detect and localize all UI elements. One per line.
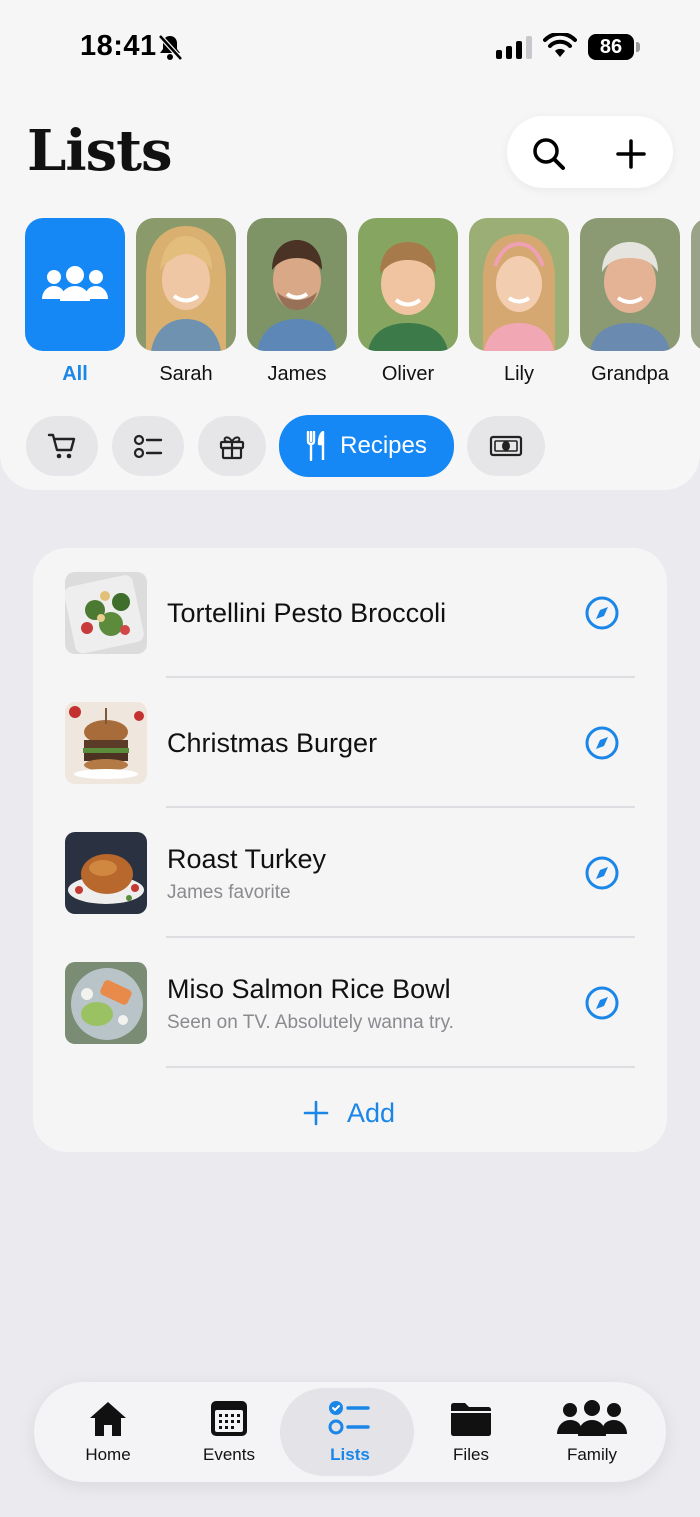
person-filter-more[interactable] (691, 218, 700, 351)
plus-icon (303, 1100, 329, 1126)
tab-files[interactable]: Files (409, 1382, 529, 1482)
chip-shopping[interactable] (26, 416, 98, 476)
checklist-icon (133, 434, 163, 459)
tab-home[interactable]: Home (46, 1382, 166, 1482)
tab-label: Files (453, 1445, 489, 1464)
recipe-thumbnail (65, 962, 147, 1044)
tab-family[interactable]: Family (530, 1382, 650, 1482)
list-item[interactable]: Christmas Burger (33, 678, 667, 808)
recipe-note: Seen on TV. Absolutely wanna try. (167, 1012, 454, 1033)
avatar (358, 218, 458, 351)
compass-icon[interactable] (584, 855, 620, 891)
tab-bar: Home Events Lists Files Family (34, 1382, 666, 1482)
compass-icon[interactable] (584, 595, 620, 631)
list-item[interactable]: Miso Salmon Rice Bowl Seen on TV. Absolu… (33, 938, 667, 1068)
compass-icon[interactable] (584, 725, 620, 761)
list-item[interactable]: Tortellini Pesto Broccoli (33, 548, 667, 678)
person-name: James (267, 363, 327, 385)
battery-icon: 86 (588, 34, 634, 60)
tab-label: Home (85, 1445, 131, 1464)
recipe-thumbnail (65, 832, 147, 914)
money-icon (489, 435, 523, 457)
person-name: Grandpa (591, 363, 669, 385)
chip-tasks[interactable] (112, 416, 184, 476)
recipe-list-card: Tortellini Pesto Broccoli Christmas Burg… (33, 548, 667, 1152)
tab-events[interactable]: Events (167, 1382, 287, 1482)
recipe-title: Roast Turkey (167, 844, 327, 874)
person-filter-lily[interactable]: Lily (469, 218, 569, 386)
tab-label: Events (203, 1445, 255, 1464)
avatar (691, 218, 700, 351)
chip-budget[interactable] (467, 416, 545, 476)
bell-off-icon (158, 34, 183, 61)
tab-label: Family (566, 1445, 618, 1464)
chip-gifts[interactable] (198, 416, 266, 476)
chip-recipes-label: Recipes (340, 432, 427, 459)
page-title: Lists (27, 118, 173, 184)
wifi-icon (543, 33, 577, 57)
battery-cap (636, 42, 640, 52)
avatar (136, 218, 236, 351)
add-label: Add (347, 1097, 396, 1128)
signal-icon (496, 36, 532, 59)
person-name: Lily (503, 363, 534, 385)
person-filter-oliver[interactable]: Oliver (358, 218, 458, 386)
person-name: Oliver (381, 363, 435, 385)
row-divider (166, 1066, 635, 1068)
fork-knife-icon (306, 431, 325, 461)
add-recipe-button[interactable]: Add (303, 1088, 395, 1138)
avatar (580, 218, 680, 351)
folder-icon (451, 1403, 491, 1436)
person-filter-sarah[interactable]: Sarah (136, 218, 236, 386)
status-bar: 18:41 86 (0, 0, 700, 95)
person-filter-james[interactable]: James (247, 218, 347, 386)
person-filter-grandpa[interactable]: Grandpa (580, 218, 680, 386)
status-time: 18:41 (80, 30, 157, 62)
tab-label: Lists (330, 1445, 370, 1464)
recipe-note: James favorite (167, 882, 291, 903)
recipe-thumbnail (65, 572, 147, 654)
list-item[interactable]: Roast Turkey James favorite (33, 808, 667, 938)
gift-icon (219, 436, 245, 460)
people-filter-row: All Sarah James Oliver Lily Grandpa (25, 218, 700, 388)
avatar (469, 218, 569, 351)
tab-lists[interactable]: Lists (280, 1382, 414, 1482)
calendar-icon (211, 1401, 247, 1436)
people-group-icon (42, 265, 108, 301)
recipe-title: Christmas Burger (167, 728, 378, 758)
all-tile (25, 218, 125, 351)
cart-icon (47, 433, 76, 459)
chip-recipes[interactable]: Recipes (279, 415, 454, 477)
recipe-title: Miso Salmon Rice Bowl (167, 974, 451, 1004)
checklist-icon (328, 1401, 370, 1435)
recipe-thumbnail (65, 702, 147, 784)
header-actions (507, 116, 673, 188)
recipe-title: Tortellini Pesto Broccoli (167, 598, 447, 628)
people-icon (557, 1400, 627, 1436)
search-icon[interactable] (529, 134, 569, 174)
person-filter-all[interactable]: All (25, 218, 125, 386)
compass-icon[interactable] (584, 985, 620, 1021)
plus-icon[interactable] (611, 134, 651, 174)
person-name: All (62, 363, 88, 385)
person-name: Sarah (159, 363, 213, 385)
house-icon (90, 1402, 126, 1436)
avatar (247, 218, 347, 351)
